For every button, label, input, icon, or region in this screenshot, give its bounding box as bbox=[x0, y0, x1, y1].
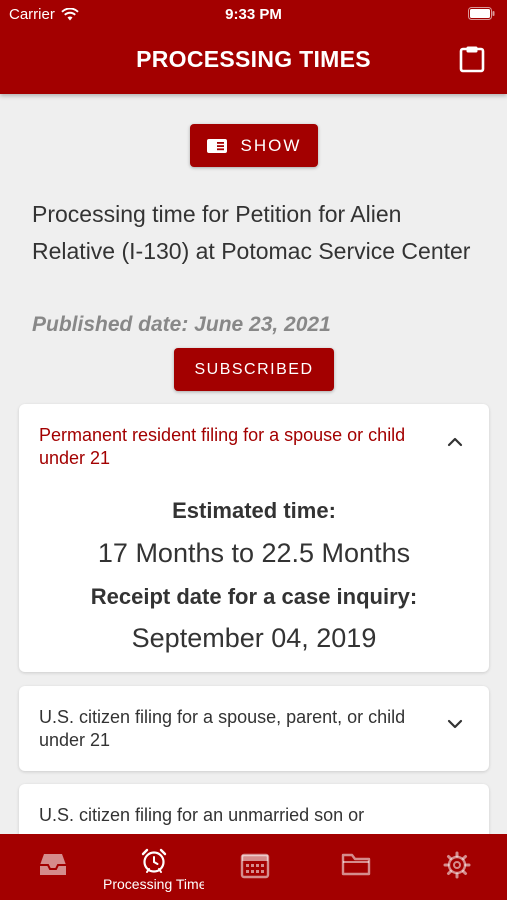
category-title: U.S. citizen filing for an unmarried son… bbox=[39, 805, 365, 825]
show-button[interactable]: SHOW bbox=[190, 124, 318, 167]
tab-settings[interactable] bbox=[406, 834, 507, 900]
battery-icon bbox=[468, 7, 495, 20]
category-title: U.S. citizen filing for a spouse, parent… bbox=[39, 707, 406, 750]
status-bar: Carrier 9:33 PM bbox=[0, 0, 507, 28]
inbox-icon bbox=[39, 854, 66, 875]
folder-icon bbox=[341, 853, 370, 876]
clipboard-icon[interactable] bbox=[459, 45, 485, 73]
page-title: PROCESSING TIMES bbox=[136, 46, 371, 72]
tab-inbox[interactable] bbox=[2, 834, 103, 900]
calendar-icon bbox=[240, 853, 269, 879]
published-date: Published date: June 23, 2021 bbox=[32, 313, 331, 336]
app-header: Carrier 9:33 PM PROCESSING TIMES bbox=[0, 0, 507, 94]
tab-bar: Processing Times bbox=[0, 834, 507, 900]
subscribed-button-label: SUBSCRIBED bbox=[194, 360, 314, 378]
tab-processing-times[interactable]: Processing Times bbox=[103, 834, 204, 900]
estimated-time-value: 17 Months to 22.5 Months bbox=[97, 538, 411, 568]
category-card-collapsed[interactable]: U.S. citizen filing for a spouse, parent… bbox=[19, 686, 489, 771]
tab-folder[interactable] bbox=[305, 834, 406, 900]
subscribed-button[interactable]: SUBSCRIBED bbox=[174, 348, 334, 391]
tab-label: Processing Times bbox=[103, 876, 204, 892]
receipt-date-label: Receipt date for a case inquiry: bbox=[90, 584, 418, 609]
status-time: 9:33 PM bbox=[225, 6, 282, 23]
receipt-date-value: September 04, 2019 bbox=[131, 623, 377, 653]
category-title: Permanent resident filing for a spouse o… bbox=[39, 425, 406, 468]
alarm-clock-icon bbox=[141, 848, 166, 873]
category-card-expanded[interactable]: Permanent resident filing for a spouse o… bbox=[19, 404, 489, 672]
estimated-time-label: Estimated time: bbox=[172, 498, 336, 523]
card-icon bbox=[206, 138, 227, 153]
show-button-label: SHOW bbox=[240, 135, 302, 155]
gear-icon bbox=[443, 851, 470, 879]
chevron-up-icon[interactable] bbox=[447, 437, 463, 447]
tab-calendar[interactable] bbox=[204, 834, 305, 900]
chevron-down-icon[interactable] bbox=[447, 719, 463, 729]
processing-heading: Processing time for Petition for Alien R… bbox=[32, 201, 471, 264]
